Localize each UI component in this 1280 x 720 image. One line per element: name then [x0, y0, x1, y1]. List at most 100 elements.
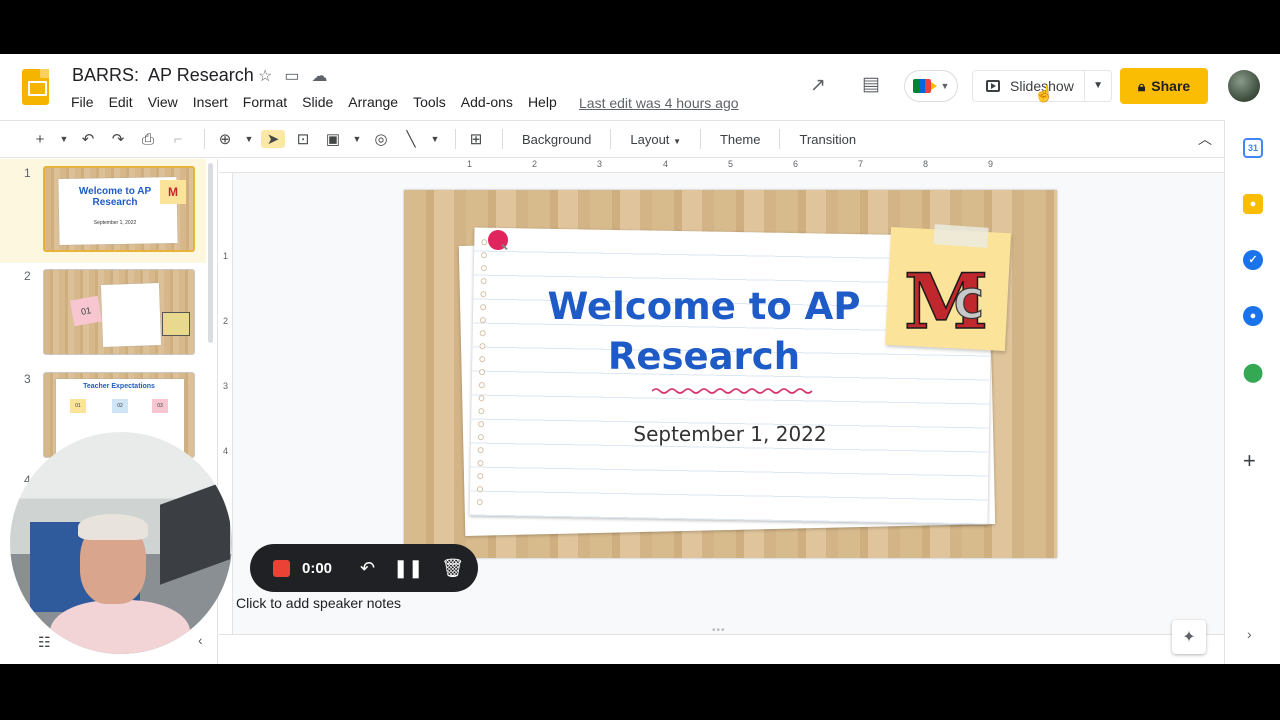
squiggle-underline [652, 388, 813, 394]
ruler-tick: 1 [223, 251, 229, 261]
menu-file[interactable]: File [71, 94, 94, 110]
add-comment-icon[interactable]: ⊞ [464, 130, 488, 148]
ruler-tick: 2 [223, 316, 229, 326]
new-slide-icon[interactable]: + [28, 131, 52, 148]
thumb-logo-icon: M [160, 180, 186, 204]
background-button[interactable]: Background [522, 132, 591, 147]
undo-icon[interactable]: ↶ [76, 130, 100, 148]
layout-button[interactable]: Layout ▼ [630, 132, 681, 147]
delete-recording-icon[interactable]: 🗑︎ [441, 558, 464, 579]
transition-button[interactable]: Transition [799, 132, 856, 147]
title-icons: ☆ ▭ ☁ [258, 66, 327, 86]
slide-thumbnail-2[interactable]: 01 [43, 269, 195, 355]
last-edit-link[interactable]: Last edit was 4 hours ago [579, 95, 739, 111]
star-icon[interactable]: ☆ [258, 66, 272, 86]
line-icon[interactable]: ╲ [399, 130, 423, 148]
zoom-chevron-icon[interactable]: ▼ [243, 134, 255, 144]
slide-date[interactable]: September 1, 2022 [604, 422, 856, 446]
add-ons-plus-icon[interactable]: + [1243, 448, 1256, 474]
toolbar-divider [204, 129, 205, 149]
expand-side-panel-chevron-icon[interactable]: › [1247, 626, 1252, 642]
filmstrip-scrollbar[interactable] [208, 163, 213, 343]
maps-icon[interactable]: ⬤ [1243, 362, 1263, 382]
image-chevron-icon[interactable]: ▼ [351, 134, 363, 144]
toolbar-divider [699, 129, 701, 149]
ruler-tick: 2 [532, 159, 538, 169]
spiral-holes [475, 235, 489, 508]
ruler-tick: 7 [858, 159, 864, 169]
ruler-tick: 5 [728, 159, 734, 169]
webcam-bubble[interactable] [10, 432, 232, 654]
contacts-icon[interactable]: ● [1243, 306, 1263, 326]
horizontal-ruler[interactable]: 1 2 3 4 5 6 7 8 9 [219, 159, 1224, 173]
line-chevron-icon[interactable]: ▼ [429, 134, 441, 144]
menu-slide[interactable]: Slide [302, 94, 333, 110]
move-folder-icon[interactable]: ▭ [284, 66, 299, 86]
calendar-icon[interactable]: 31 [1243, 138, 1263, 158]
side-panel: 31 ● ✓ ● ⬤ + › [1224, 120, 1280, 664]
slide-thumbnail-1[interactable]: Welcome to AP Research September 1, 2022… [43, 166, 195, 252]
collapse-filmstrip-chevron-icon[interactable]: ‹ [198, 632, 203, 648]
ruler-tick: 4 [663, 159, 669, 169]
speaker-notes[interactable]: Click to add speaker notes [236, 595, 401, 611]
menu-insert[interactable]: Insert [193, 94, 228, 110]
new-slide-chevron-icon[interactable]: ▼ [58, 134, 70, 144]
zoom-icon[interactable]: ⊕ [213, 130, 237, 148]
image-icon[interactable]: ▣ [321, 130, 345, 148]
menu-help[interactable]: Help [528, 94, 557, 110]
menu-view[interactable]: View [148, 94, 178, 110]
slide-title[interactable]: Welcome to AP Research [514, 282, 894, 382]
slideshow-options-chevron-icon[interactable]: ▼ [1084, 70, 1103, 102]
share-button[interactable]: 🔒︎ Share [1120, 68, 1208, 104]
tasks-icon[interactable]: ✓ [1243, 250, 1263, 270]
resize-handle-icon[interactable]: ••• [712, 625, 726, 636]
toolbar-divider [502, 129, 503, 149]
activity-trend-icon[interactable]: ↗ [810, 74, 826, 97]
mouse-pointer-icon: ☝ [1034, 86, 1054, 103]
layout-chevron-icon: ▼ [673, 136, 681, 146]
toolbar: + ▼ ↶ ↷ ⎙ ⌐ ⊕ ▼ ➤ ⊡ ▣ ▼ ◎ ╲ ▼ ⊞ Backgrou… [0, 120, 1224, 158]
meet-button[interactable]: ▼ [904, 70, 958, 102]
menu-addons[interactable]: Add-ons [461, 94, 513, 110]
layout-label: Layout [630, 131, 670, 147]
ruler-tick: 3 [223, 381, 229, 391]
text-box-icon[interactable]: ⊡ [291, 130, 315, 148]
keep-icon[interactable]: ● [1243, 194, 1263, 214]
ruler-tick: 8 [923, 159, 929, 169]
thumb-note: 01 [69, 295, 103, 327]
mc-logo-c: C [954, 282, 983, 328]
menu-arrange[interactable]: Arrange [348, 94, 398, 110]
restart-recording-icon[interactable]: ↶ [360, 558, 375, 579]
ruler-tick: 3 [597, 159, 603, 169]
redo-icon[interactable]: ↷ [106, 130, 130, 148]
menu-edit[interactable]: Edit [109, 94, 133, 110]
shape-icon[interactable]: ◎ [369, 130, 393, 148]
present-icon [986, 80, 1000, 92]
print-icon[interactable]: ⎙ [136, 131, 160, 148]
pause-icon[interactable]: ❚❚ [393, 558, 423, 579]
cloud-status-icon[interactable]: ☁ [311, 66, 327, 86]
slide-number: 2 [24, 269, 31, 283]
theme-button[interactable]: Theme [720, 132, 760, 147]
comments-icon[interactable]: ▤ [862, 73, 880, 96]
menu-tools[interactable]: Tools [413, 94, 446, 110]
grid-view-icon[interactable]: ☷ [38, 634, 51, 651]
google-slides-logo-icon[interactable] [22, 69, 49, 105]
push-pin-icon [488, 230, 508, 250]
ruler-tick: 6 [793, 159, 799, 169]
explore-button[interactable]: ✦ [1172, 620, 1206, 654]
slide-number: 1 [24, 166, 31, 180]
current-slide[interactable]: Welcome to AP Research September 1, 2022… [404, 190, 1057, 558]
document-title[interactable]: BARRS: AP Research [72, 65, 254, 86]
screen-recorder-controls: 0:00 ↶ ❚❚ 🗑︎ [250, 544, 478, 592]
stop-recording-icon[interactable] [273, 559, 290, 577]
select-cursor-icon[interactable]: ➤ [261, 130, 285, 148]
ruler-tick: 4 [223, 446, 229, 456]
collapse-menus-icon[interactable]: ︿ [1198, 129, 1212, 149]
thumb-note: 01 [70, 399, 86, 413]
paint-format-icon[interactable]: ⌐ [166, 131, 190, 148]
slide-number: 3 [24, 372, 31, 386]
account-avatar[interactable] [1228, 70, 1260, 102]
menu-format[interactable]: Format [243, 94, 287, 110]
meet-icon [912, 79, 937, 93]
